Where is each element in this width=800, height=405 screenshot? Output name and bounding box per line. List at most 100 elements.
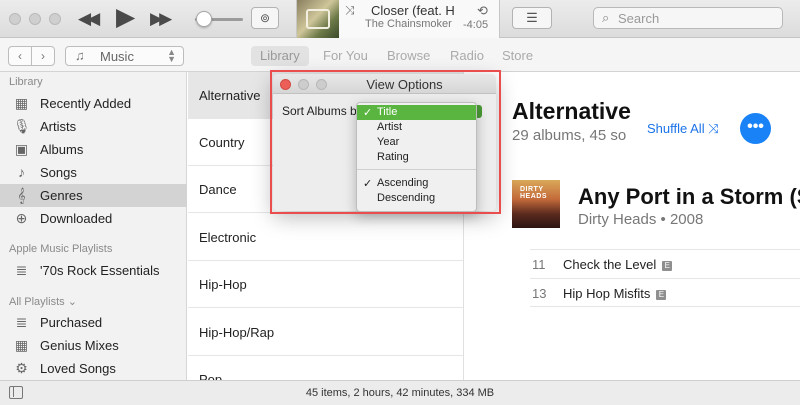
updown-arrows-icon: ▲ ▼ — [167, 47, 176, 64]
genre-title: Alternative — [512, 98, 631, 124]
forward-button[interactable]: › — [31, 46, 55, 66]
now-playing-display: ⤨ Closer (feat. H ⟲ The Chainsmoker -4:0… — [296, 0, 500, 38]
genre-item-hip-hop-rap[interactable]: Hip-Hop/Rap — [188, 309, 463, 356]
album-title: Any Port in a Storm (S — [578, 184, 800, 209]
next-track-icon[interactable]: ▶▶ — [150, 10, 172, 27]
shuffle-icon[interactable]: ⤨ — [345, 3, 355, 18]
sidebar-header-library: Library — [9, 76, 43, 88]
track-row[interactable]: 13 Hip Hop Misfits E — [530, 278, 800, 307]
play-icon[interactable]: ▶ — [116, 5, 135, 30]
genre-item-hip-hop[interactable]: Hip-Hop — [188, 261, 463, 308]
track-title: Hip Hop Misfits E — [563, 286, 667, 301]
playlist-icon: ≣ — [15, 314, 28, 330]
genre-label: Pop — [199, 372, 223, 380]
airplay-button[interactable]: ⊚ — [251, 7, 279, 29]
chevron-right-icon: › — [41, 49, 45, 63]
shuffle-all-button[interactable]: Shuffle All ⤨ — [647, 121, 719, 137]
up-next-button[interactable]: ☰ — [512, 7, 552, 29]
close-window-button[interactable] — [9, 13, 21, 25]
tab-radio[interactable]: Radio — [441, 46, 493, 66]
now-playing-title: Closer (feat. H — [371, 3, 455, 18]
previous-track-icon[interactable]: ◀◀ — [78, 10, 100, 27]
sidebar-item-purchased[interactable]: ≣ Purchased — [0, 311, 187, 334]
annotation-highlight — [270, 70, 501, 214]
search-field[interactable]: ⌕ — [593, 7, 783, 29]
sidebar-item-loved-songs[interactable]: ⚙ Loved Songs — [0, 357, 187, 380]
sidebar-item-label: Downloaded — [40, 211, 113, 226]
library-stats: 45 items, 2 hours, 42 minutes, 334 MB — [305, 387, 495, 399]
music-note-icon: ♪ — [18, 164, 25, 180]
sidebar-header-all-playlists[interactable]: All Playlists ⌄ — [9, 295, 77, 308]
sidebar-item-albums[interactable]: ▣ Albums — [0, 138, 187, 161]
tab-store[interactable]: Store — [493, 46, 542, 66]
album-artwork[interactable]: DIRTY HEADS — [512, 180, 560, 228]
album-artist-year: Dirty Heads • 2008 — [578, 211, 704, 228]
sidebar-item-label: Loved Songs — [40, 361, 116, 376]
genius-icon: ▦ — [14, 337, 29, 353]
chevron-down-icon: ⌄ — [67, 296, 77, 308]
repeat-icon[interactable]: ⟲ — [477, 3, 488, 19]
track-row[interactable]: 11 Check the Level E — [530, 249, 800, 278]
tab-for-you[interactable]: For You — [314, 46, 377, 66]
time-remaining: -4:05 — [463, 19, 489, 31]
explicit-badge: E — [662, 261, 673, 271]
sidebar-item-label: Artists — [40, 119, 77, 134]
explicit-badge: E — [656, 290, 667, 300]
genre-label: Hip-Hop/Rap — [199, 325, 275, 340]
sidebar-item-label: Genius Mixes — [40, 338, 119, 353]
grid-icon: ▦ — [14, 95, 29, 111]
sidebar-item-label: Purchased — [40, 315, 103, 330]
minimize-window-button[interactable] — [29, 13, 41, 25]
sidebar-item-genius-mixes[interactable]: ▦ Genius Mixes — [0, 334, 187, 357]
guitar-icon: 𝄞 — [17, 187, 26, 203]
media-source-select[interactable]: ♫ Music ▲ ▼ — [65, 46, 184, 66]
track-number: 11 — [532, 257, 546, 272]
sidebar-header-apple-music-playlists: Apple Music Playlists — [9, 243, 113, 255]
status-bar: 45 items, 2 hours, 42 minutes, 334 MB — [0, 380, 800, 405]
genre-item-pop[interactable]: Pop — [188, 356, 463, 380]
airplay-icon: ⊚ — [259, 11, 271, 25]
more-options-button[interactable]: ••• — [740, 113, 771, 144]
music-note-icon: ♫ — [75, 48, 85, 63]
sidebar-item-recently-added[interactable]: ▦ Recently Added — [0, 92, 187, 115]
now-playing-artist: The Chainsmoker — [365, 18, 452, 30]
sidebar-item-label: Recently Added — [40, 96, 132, 111]
genre-detail: Alternative 29 albums, 45 so Shuffle All… — [465, 72, 800, 380]
genre-item-electronic[interactable]: Electronic — [188, 214, 463, 261]
genre-label: Alternative — [199, 88, 261, 103]
track-number: 13 — [532, 286, 547, 301]
sidebar-item-genres[interactable]: 𝄞 Genres — [0, 184, 187, 207]
track-title: Check the Level E — [563, 257, 673, 272]
sidebar-item-label: Songs — [40, 165, 77, 180]
album-icon: ▣ — [14, 141, 29, 157]
zoom-window-button[interactable] — [49, 13, 61, 25]
sidebar-item-artists[interactable]: 🎙︎ Artists — [0, 115, 187, 138]
tab-library[interactable]: Library — [251, 46, 309, 66]
search-icon: ⌕ — [602, 10, 610, 25]
search-input[interactable] — [618, 10, 778, 26]
chevron-left-icon: ‹ — [18, 49, 22, 63]
download-icon: ⊕ — [15, 210, 28, 226]
sidebar-item-label: Genres — [40, 188, 83, 203]
back-button[interactable]: ‹ — [8, 46, 32, 66]
volume-slider-knob[interactable] — [196, 11, 212, 27]
sidebar-item-label: Albums — [40, 142, 84, 157]
sidebar-item-70s-rock-essentials[interactable]: ≣ '70s Rock Essentials — [0, 259, 187, 282]
sidebar-item-downloaded[interactable]: ⊕ Downloaded — [0, 207, 187, 230]
genre-label: Hip-Hop — [199, 277, 247, 292]
navigation-bar: ‹ › ♫ Music ▲ ▼ Library For You Browse Ra… — [0, 38, 800, 72]
genre-label: Electronic — [199, 230, 257, 245]
genre-summary: 29 albums, 45 so — [512, 127, 627, 144]
gear-icon: ⚙ — [15, 360, 28, 376]
shuffle-icon: ⤨ — [708, 121, 719, 136]
microphone-icon: 🎙︎ — [13, 118, 31, 134]
tab-browse[interactable]: Browse — [378, 46, 439, 66]
player-bar: ◀◀ ▶ ▶▶ ⊚ ⤨ Closer (feat. H ⟲ The Chains… — [0, 0, 800, 38]
playlist-icon: ≣ — [15, 262, 28, 278]
genre-label: Country — [199, 135, 245, 150]
sidebar: Library ▦ Recently Added 🎙︎ Artists ▣ Al… — [0, 72, 187, 380]
media-source-label: Music — [100, 49, 134, 64]
sidebar-item-songs[interactable]: ♪ Songs — [0, 161, 187, 184]
list-icon: ☰ — [526, 10, 538, 25]
sidebar-item-label: '70s Rock Essentials — [40, 263, 160, 278]
